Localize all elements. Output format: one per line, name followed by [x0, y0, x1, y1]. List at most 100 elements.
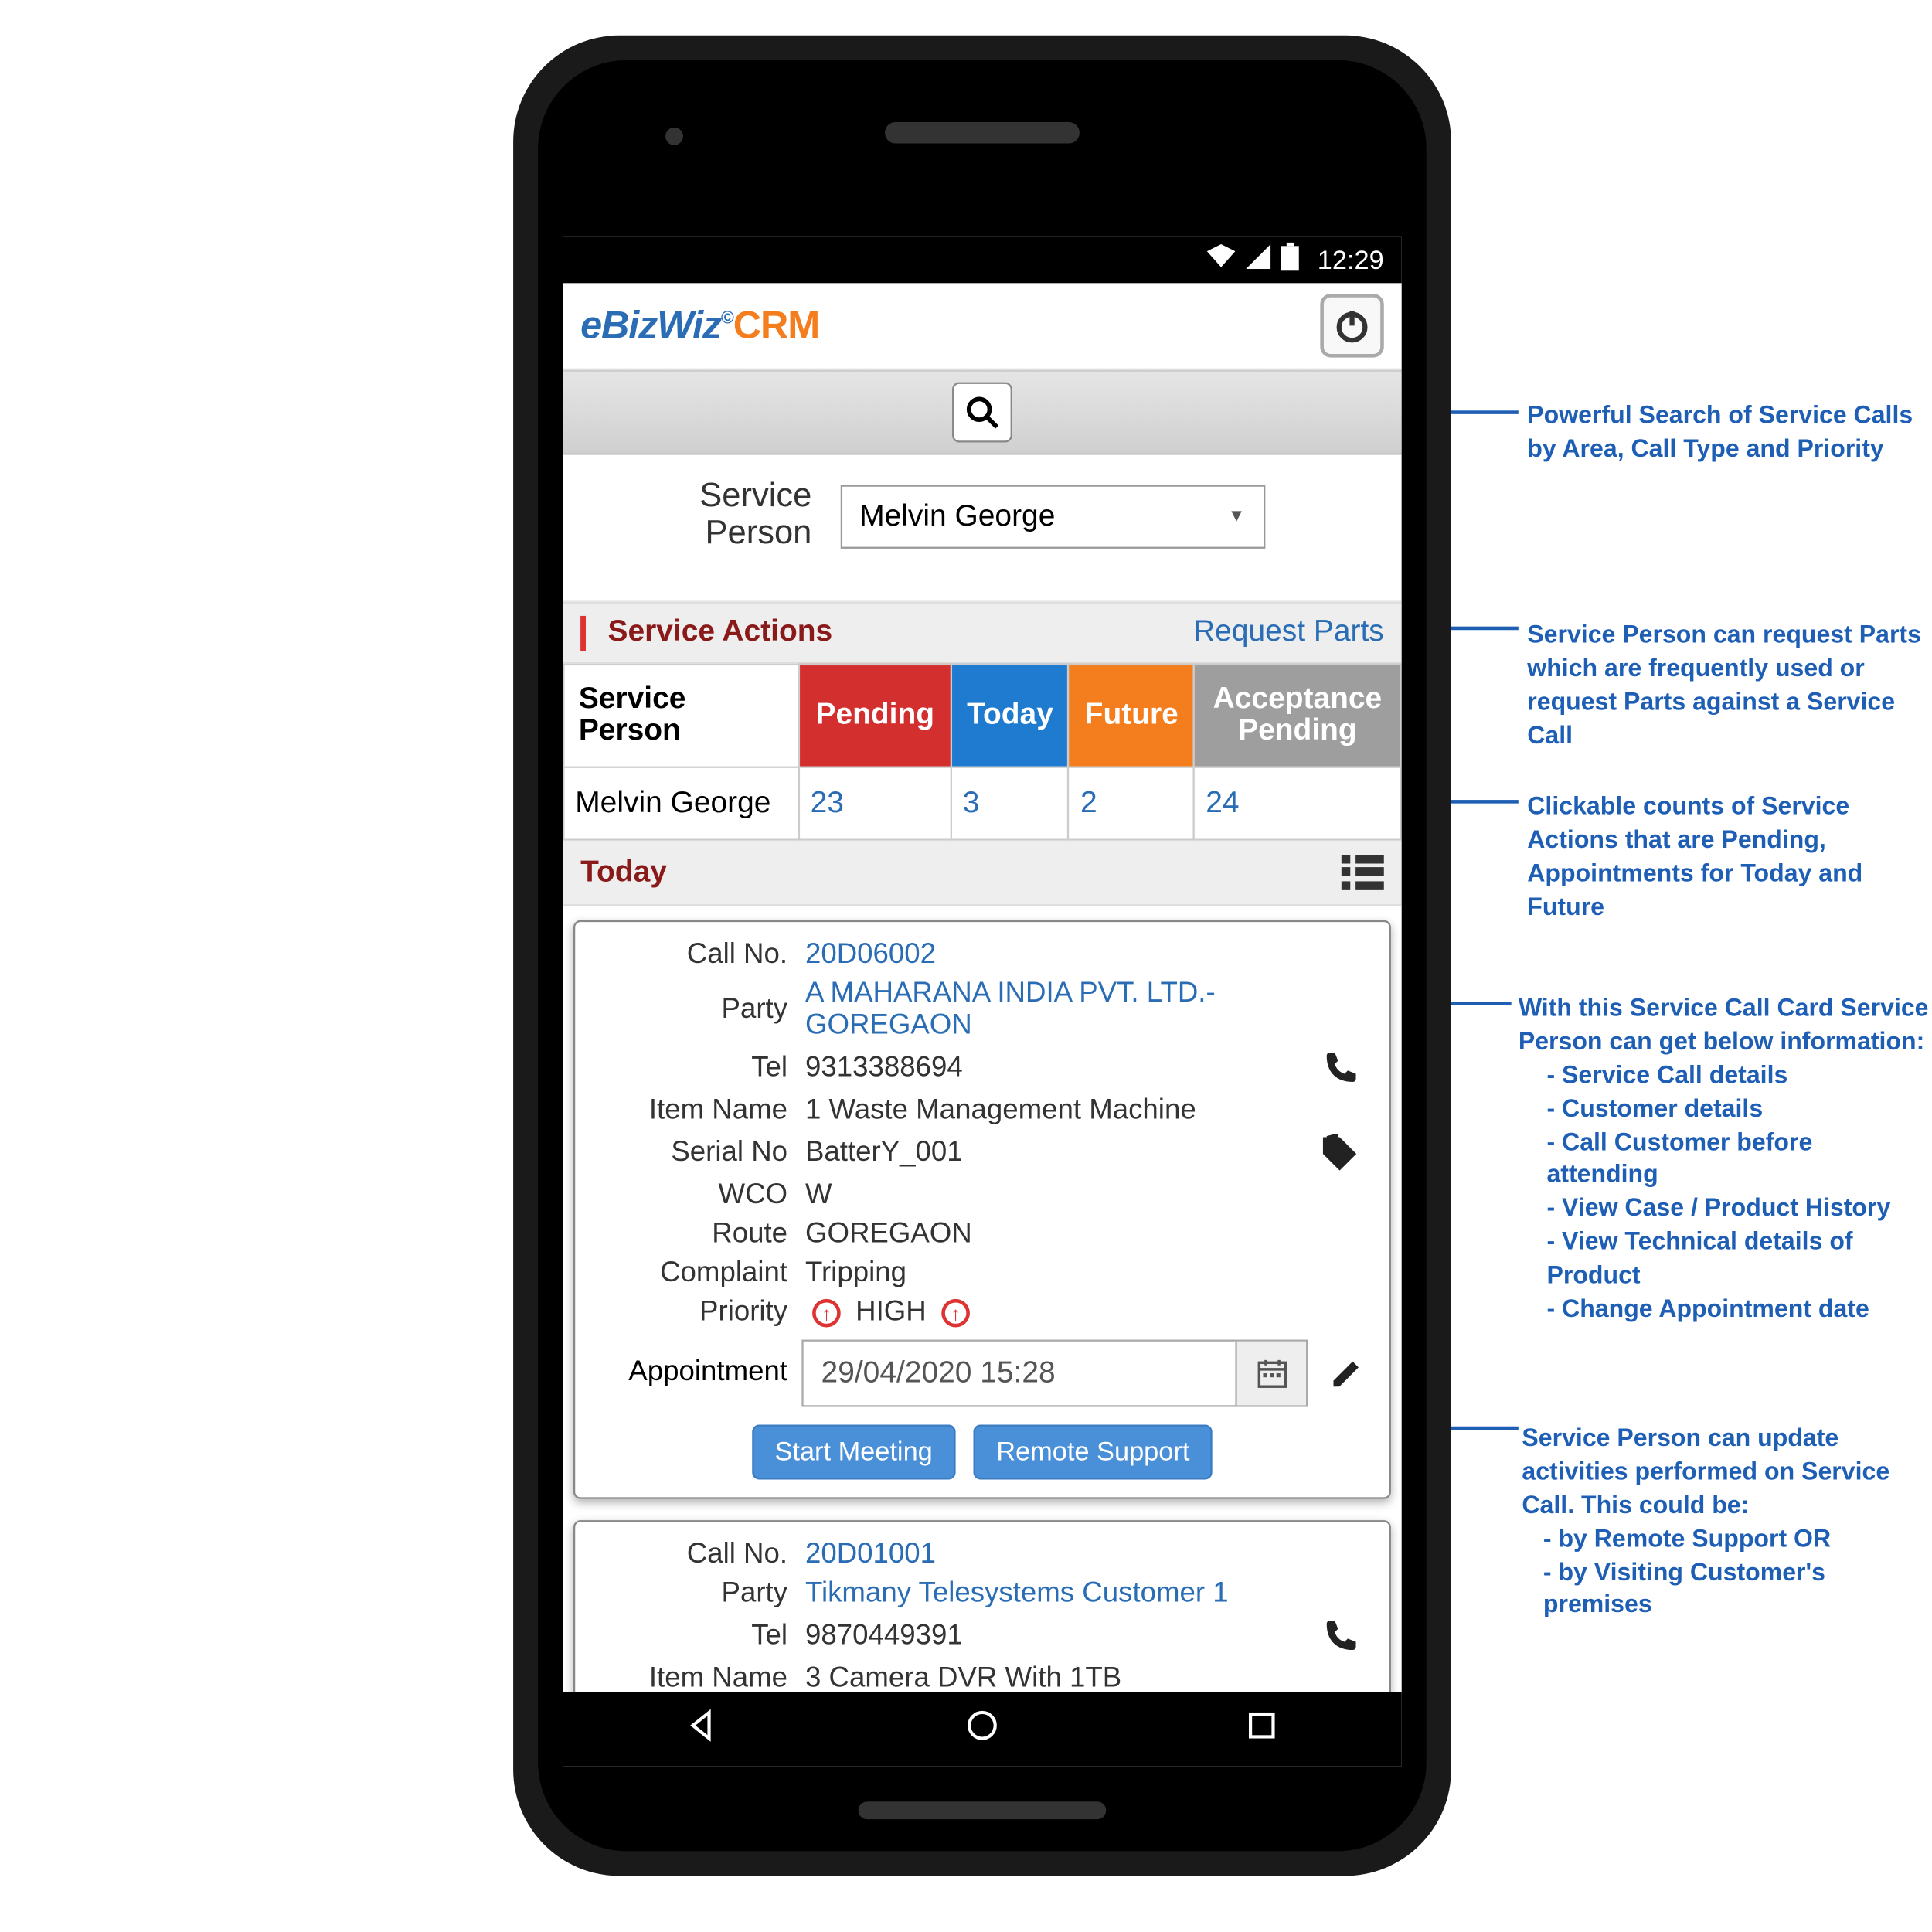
service-actions-table: Service Person Pending Today Future Acce…	[563, 663, 1401, 841]
annotation-update-title: Service Person can update activities per…	[1522, 1421, 1930, 1522]
value-serial: BatterY_001	[805, 1138, 1290, 1169]
list-view-icon[interactable]	[1342, 855, 1384, 890]
annotation-card-item: - Call Customer before attending	[1546, 1124, 1930, 1192]
search-button[interactable]	[952, 383, 1012, 443]
annotation-update-item: - by Visiting Customer's premises	[1543, 1555, 1931, 1622]
label-item: Item Name	[593, 1095, 787, 1127]
service-person-label: Service Person	[699, 480, 811, 554]
status-clock: 12:29	[1318, 245, 1384, 275]
square-recents-icon	[1243, 1705, 1281, 1743]
today-title: Today	[580, 855, 667, 890]
appointment-value: 29/04/2020 15:28	[804, 1342, 1236, 1405]
label-item: Item Name	[593, 1663, 787, 1692]
value-route: GOREGAON	[805, 1219, 1290, 1251]
battery-icon	[1282, 243, 1300, 278]
speaker-bottom	[859, 1801, 1107, 1819]
value-party[interactable]: Tikmany Telesystems Customer 1	[805, 1579, 1290, 1611]
label-tel: Tel	[593, 1053, 787, 1084]
value-priority: ↑ HIGH ↑	[805, 1297, 1290, 1328]
service-call-card[interactable]: Call No. 20D06002 Party A MAHARANA INDIA…	[573, 920, 1391, 1499]
back-button[interactable]	[683, 1705, 722, 1753]
app-header: eBizWiz©CRM	[563, 283, 1401, 369]
pencil-icon	[1329, 1355, 1365, 1391]
remote-support-button[interactable]: Remote Support	[973, 1424, 1213, 1479]
label-party: Party	[593, 1579, 787, 1611]
label-priority: Priority	[593, 1297, 787, 1328]
count-pending[interactable]: 23	[799, 767, 951, 840]
service-person-selected: Melvin George	[859, 499, 1055, 535]
service-actions-bar: Service Actions Request Parts	[563, 601, 1401, 663]
today-bar: Today	[563, 841, 1401, 906]
label-wco: WCO	[593, 1180, 787, 1212]
search-icon	[964, 395, 1000, 430]
label-route: Route	[593, 1219, 787, 1251]
tag-icon	[1320, 1134, 1359, 1173]
edit-appointment-button[interactable]	[1322, 1355, 1372, 1391]
value-item: 1 Waste Management Machine	[805, 1095, 1290, 1127]
service-actions-title: Service Actions	[608, 614, 833, 648]
section-marker	[580, 615, 586, 651]
value-tel: 9870449391	[805, 1621, 1290, 1652]
tag-button[interactable]	[1308, 1134, 1371, 1173]
call-button[interactable]	[1308, 1049, 1371, 1088]
priority-up-icon: ↑	[812, 1298, 841, 1327]
value-party[interactable]: A MAHARANA INDIA PVT. LTD.-GOREGAON	[805, 978, 1290, 1042]
table-row: Melvin George 23 3 2 24	[563, 767, 1400, 840]
camera-dot	[665, 128, 683, 145]
label-serial: Serial No	[593, 1138, 787, 1169]
calendar-button[interactable]	[1235, 1342, 1306, 1405]
th-pending: Pending	[799, 664, 951, 767]
phone-icon	[1320, 1049, 1359, 1088]
triangle-back-icon	[683, 1705, 722, 1743]
value-item: 3 Camera DVR With 1TB	[805, 1663, 1290, 1692]
search-bar	[563, 370, 1401, 455]
count-today[interactable]: 3	[951, 767, 1069, 840]
app-logo: eBizWiz©CRM	[580, 303, 819, 349]
annotation-update-item: - by Remote Support OR	[1543, 1522, 1931, 1555]
wifi-icon	[1208, 244, 1236, 276]
android-nav-bar	[563, 1692, 1401, 1766]
phone-frame: 12:29 eBizWiz©CRM Service Person	[513, 36, 1451, 1876]
home-button[interactable]	[963, 1705, 1002, 1753]
label-tel: Tel	[593, 1621, 787, 1652]
th-today: Today	[951, 664, 1069, 767]
label-appointment: Appointment	[593, 1357, 787, 1389]
annotation-card-item: - View Case / Product History	[1546, 1192, 1930, 1225]
annotation-card-item: - Service Call details	[1546, 1058, 1930, 1091]
appointment-input[interactable]: 29/04/2020 15:28	[801, 1339, 1308, 1406]
label-call-no: Call No.	[593, 940, 787, 971]
power-icon	[1332, 306, 1371, 345]
value-complaint: Tripping	[805, 1258, 1290, 1290]
th-acceptance-pending: Acceptance Pending	[1194, 664, 1400, 767]
screen: 12:29 eBizWiz©CRM Service Person	[563, 237, 1401, 1767]
annotation-card-item: - Change Appointment date	[1546, 1292, 1930, 1325]
annotation-request-parts: Service Person can request Parts which a…	[1527, 617, 1930, 751]
recents-button[interactable]	[1243, 1705, 1281, 1753]
th-service-person: Service Person	[563, 664, 798, 767]
cards-area: Call No. 20D06002 Party A MAHARANA INDIA…	[563, 906, 1401, 1692]
status-bar: 12:29	[563, 237, 1401, 284]
service-call-card[interactable]: Call No. 20D01001 Party Tikmany Telesyst…	[573, 1520, 1391, 1692]
request-parts-link[interactable]: Request Parts	[1193, 614, 1384, 650]
service-person-select[interactable]: Melvin George	[840, 485, 1265, 548]
speaker-top	[885, 122, 1080, 143]
priority-up-icon: ↑	[941, 1298, 970, 1327]
count-acceptance[interactable]: 24	[1194, 767, 1400, 840]
service-person-row: Service Person Melvin George	[563, 455, 1401, 602]
label-complaint: Complaint	[593, 1258, 787, 1290]
cell-name: Melvin George	[563, 767, 798, 840]
count-future[interactable]: 2	[1069, 767, 1194, 840]
annotation-search: Powerful Search of Service Calls by Area…	[1527, 398, 1930, 465]
value-tel: 9313388694	[805, 1053, 1290, 1084]
phone-icon	[1320, 1617, 1359, 1656]
annotation-update: Service Person can update activities per…	[1522, 1421, 1930, 1622]
annotation-card: With this Service Call Card Service Pers…	[1519, 991, 1931, 1325]
power-button[interactable]	[1320, 294, 1383, 357]
th-future: Future	[1069, 664, 1194, 767]
annotation-card-item: - View Technical details of Product	[1546, 1225, 1930, 1292]
start-meeting-button[interactable]: Start Meeting	[752, 1424, 956, 1479]
call-button[interactable]	[1308, 1617, 1371, 1656]
value-call-no[interactable]: 20D06002	[805, 940, 1290, 971]
value-call-no[interactable]: 20D01001	[805, 1539, 1290, 1571]
signal-icon	[1247, 244, 1271, 276]
